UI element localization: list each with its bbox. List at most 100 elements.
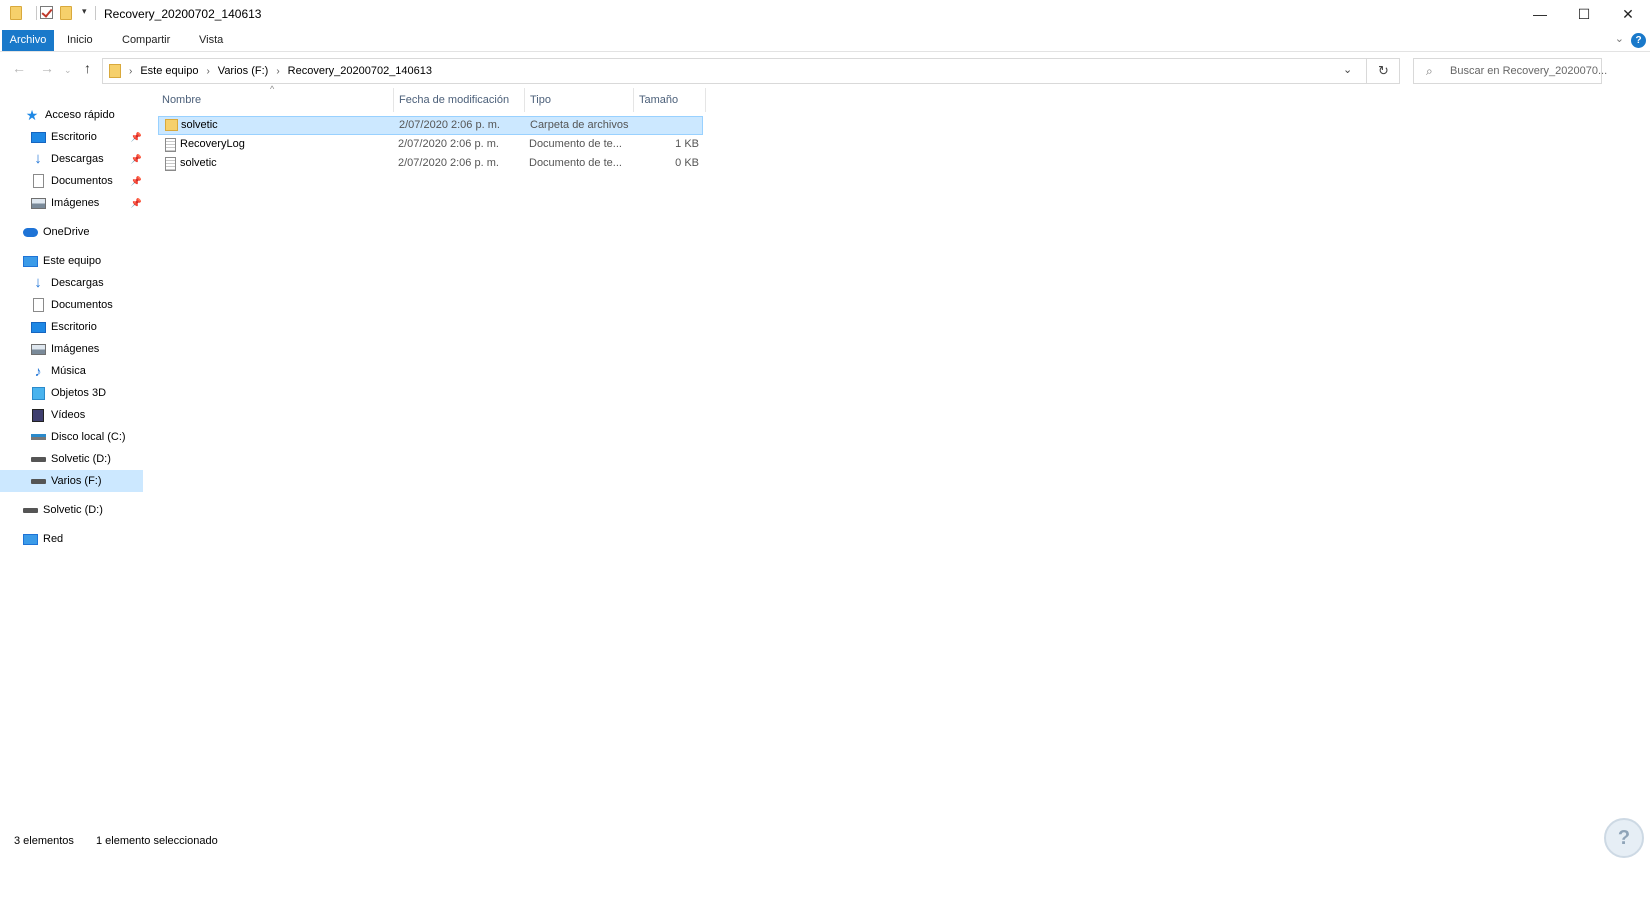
nav-pc-musica[interactable]: ♪ Música [0,360,150,382]
star-icon: ★ [25,106,39,123]
nav-acceso-rapido[interactable]: ★ Acceso rápido [0,104,150,126]
pin-icon[interactable]: 📌 [131,154,142,165]
nav-red[interactable]: Red [0,528,150,550]
search-input[interactable]: Buscar en Recovery_2020070... [1450,65,1607,77]
tab-inicio[interactable]: Inicio [67,30,93,51]
up-button[interactable]: ↑ [84,60,91,76]
desktop-icon [30,130,46,144]
nav-quick-imagenes[interactable]: Imágenes 📌 [0,192,150,214]
search-icon: ⌕ [1426,64,1433,78]
file-row[interactable]: solvetic 2/07/2020 2:06 p. m. Carpeta de… [158,116,703,135]
computer-icon [22,254,38,268]
column-divider[interactable] [524,88,525,112]
nav-onedrive[interactable]: OneDrive [0,221,150,243]
close-button[interactable]: ✕ [1606,0,1650,28]
nav-label: Documentos [51,175,113,187]
drive-icon [30,452,46,466]
back-button[interactable]: ← [12,60,26,76]
maximize-button[interactable]: ☐ [1562,0,1606,28]
column-divider[interactable] [393,88,394,112]
nav-pc-videos[interactable]: Vídeos [0,404,150,426]
column-header-date[interactable]: Fecha de modificación [399,88,509,112]
nav-pc-disco-c[interactable]: Disco local (C:) [0,426,150,448]
nav-pc-solvetic-d[interactable]: Solvetic (D:) [0,448,150,470]
desktop-icon [30,320,46,334]
address-dropdown-icon[interactable]: ⌄ [1343,63,1352,76]
forward-button[interactable]: → [40,60,54,76]
sort-ascending-icon: ^ [270,84,275,94]
file-date: 2/07/2020 2:06 p. m. [398,138,499,150]
column-header-name[interactable]: Nombre [162,88,201,112]
nav-label: Varios (F:) [51,475,102,487]
nav-pc-escritorio[interactable]: Escritorio [0,316,150,338]
column-header-type[interactable]: Tipo [530,88,551,112]
nav-este-equipo[interactable]: Este equipo [0,250,150,272]
separator [88,6,103,20]
drive-icon [22,503,38,517]
nav-pc-documentos[interactable]: Documentos [0,294,150,316]
breadcrumb-varios[interactable]: Varios (F:) [218,65,269,77]
tab-vista[interactable]: Vista [199,30,223,51]
nav-label: Documentos [51,299,113,311]
pictures-icon [30,342,46,356]
nav-label: OneDrive [43,226,90,238]
status-item-count: 3 elementos [14,835,74,847]
download-icon: ↓ [34,274,42,291]
nav-label: Imágenes [51,343,100,355]
breadcrumb-recovery[interactable]: Recovery_20200702_140613 [288,65,432,77]
properties-icon[interactable] [40,6,53,19]
file-row[interactable]: RecoveryLog 2/07/2020 2:06 p. m. Documen… [158,136,703,155]
breadcrumb-este-equipo[interactable]: Este equipo [140,65,198,77]
navigation-pane: ★ Acceso rápido Escritorio 📌 ↓ Descargas… [0,104,150,864]
help-button[interactable]: ? [1631,33,1646,48]
file-name: solvetic [181,119,218,131]
file-name: solvetic [180,157,217,169]
document-icon [30,298,46,312]
column-divider[interactable] [633,88,634,112]
address-bar[interactable]: › Este equipo › Varios (F:) › Recovery_2… [102,58,1400,84]
nav-pc-descargas[interactable]: ↓ Descargas [0,272,150,294]
file-row[interactable]: solvetic 2/07/2020 2:06 p. m. Documento … [158,155,703,174]
search-box[interactable]: ⌕ Buscar en Recovery_2020070... [1413,58,1607,84]
file-date: 2/07/2020 2:06 p. m. [399,119,500,131]
tab-archivo[interactable]: Archivo [2,30,54,51]
recent-locations-icon[interactable]: ⌄ [64,65,72,76]
new-folder-icon[interactable] [60,6,72,20]
nav-label: Vídeos [51,409,86,421]
file-size: 0 KB [675,157,699,169]
folder-icon [165,119,178,131]
minimize-button[interactable]: — [1518,0,1562,28]
title-bar: ▾ Recovery_20200702_140613 — ☐ ✕ [0,0,1650,28]
nav-pc-objetos-3d[interactable]: Objetos 3D [0,382,150,404]
folder-icon [10,6,22,20]
file-type: Carpeta de archivos [530,119,629,131]
nav-quick-escritorio[interactable]: Escritorio 📌 [0,126,150,148]
nav-label: Imágenes [51,197,100,209]
ribbon-tabs: Archivo Inicio Compartir Vista ⌄ ? [0,30,1650,52]
pin-icon[interactable]: 📌 [131,176,142,187]
customize-toolbar-icon[interactable]: ▾ [76,6,87,17]
column-header-size[interactable]: Tamaño [639,88,678,112]
window-title: Recovery_20200702_140613 [104,7,262,21]
nav-label: Red [43,533,64,545]
nav-quick-descargas[interactable]: ↓ Descargas 📌 [0,148,150,170]
breadcrumb: › Este equipo › Varios (F:) › Recovery_2… [129,65,433,77]
pin-icon[interactable]: 📌 [131,132,142,143]
file-name: RecoveryLog [180,138,245,150]
nav-solvetic-d[interactable]: Solvetic (D:) [0,499,150,521]
folder-icon [109,64,121,78]
expand-ribbon-icon[interactable]: ⌄ [1615,32,1624,45]
nav-label: Acceso rápido [45,109,115,121]
refresh-button[interactable]: ↻ [1366,59,1400,83]
pin-icon[interactable]: 📌 [131,198,142,209]
nav-quick-documentos[interactable]: Documentos 📌 [0,170,150,192]
tab-compartir[interactable]: Compartir [122,30,170,51]
file-type: Documento de te... [529,157,622,169]
column-divider[interactable] [705,88,706,112]
nav-pc-imagenes[interactable]: Imágenes [0,338,150,360]
nav-label: Disco local (C:) [51,431,126,443]
nav-pc-varios-f[interactable]: Varios (F:) [0,470,143,492]
text-file-icon [165,157,176,171]
status-selection: 1 elemento seleccionado [96,835,218,847]
drive-icon [30,474,46,488]
